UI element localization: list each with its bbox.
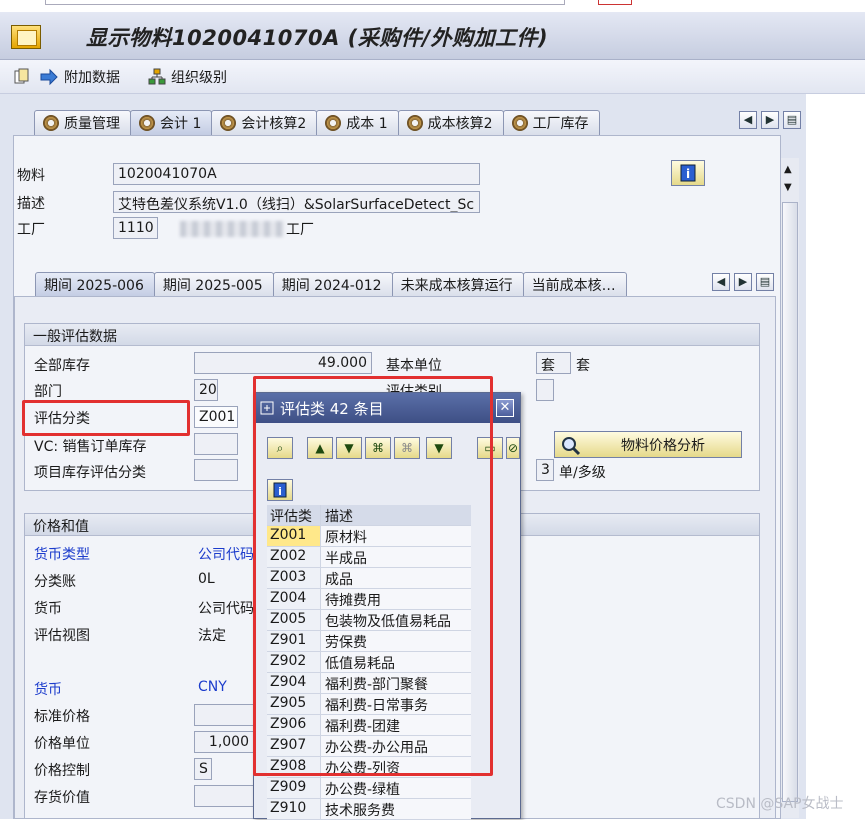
close-icon[interactable]: ✕ xyxy=(496,399,514,417)
blurred-plant-name xyxy=(180,221,284,237)
price-unit-label: 价格单位 xyxy=(34,736,90,752)
ml-indicator-field[interactable]: 3 xyxy=(536,459,554,481)
base-unit-field[interactable]: 套 xyxy=(536,352,571,374)
application-toolbar: 附加数据 组织级别 xyxy=(0,60,865,94)
standard-price-label: 标准价格 xyxy=(34,709,90,725)
watermark: CSDN @SAP女战士 xyxy=(716,796,844,812)
material-field[interactable]: 1020041070A xyxy=(113,163,480,185)
currency-value: 公司代码 xyxy=(198,601,254,617)
highlight-box-valuation-class xyxy=(22,400,190,436)
tab-list-icon[interactable]: ▤ xyxy=(783,111,801,129)
display-icon xyxy=(11,25,41,49)
more-icon[interactable]: ⊘ xyxy=(506,437,520,459)
tab-quality[interactable]: 质量管理 xyxy=(34,110,131,135)
currency-type-label: 货币类型 xyxy=(34,547,90,563)
period-list-icon[interactable]: ▤ xyxy=(756,273,774,291)
vc-sales-order-label: VC: 销售订单库存 xyxy=(34,439,147,455)
base-unit-label: 基本单位 xyxy=(386,358,442,374)
command-field[interactable] xyxy=(45,0,565,5)
tab-plant-stock[interactable]: 工厂库存 xyxy=(502,110,600,135)
tab-period-2024-012[interactable]: 期间 2024-012 xyxy=(272,272,393,297)
division-field[interactable]: 20 xyxy=(194,379,218,401)
ledger-value: 0L xyxy=(198,571,215,587)
period-scroll-left-icon[interactable]: ◀ xyxy=(712,273,730,291)
tab-current-costing[interactable]: 当前成本核… xyxy=(522,272,627,297)
page-title: 显示物料1020041070A (采购件/外购加工件) xyxy=(86,26,549,50)
title-bar: 显示物料1020041070A (采购件/外购加工件) xyxy=(0,12,865,60)
period-tabstrip: 期间 2025-006 期间 2025-005 期间 2024-012 未来成本… xyxy=(35,272,627,297)
tab-accounting-1[interactable]: 会计 1 xyxy=(130,110,213,135)
plant-name-suffix: 工厂 xyxy=(286,222,314,238)
gear-icon xyxy=(220,115,237,131)
project-stock-label: 项目库存评估分类 xyxy=(34,465,146,481)
plant-field[interactable]: 1110 xyxy=(113,217,158,239)
gear-icon xyxy=(139,115,155,131)
documents-icon xyxy=(14,68,29,84)
additional-data-button[interactable]: 附加数据 xyxy=(14,67,120,87)
gear-icon xyxy=(406,115,423,131)
svg-text:i: i xyxy=(686,167,690,181)
valuation-view-label: 评估视图 xyxy=(34,628,90,644)
tab-scroll-right-icon[interactable]: ▶ xyxy=(761,111,779,129)
gear-icon xyxy=(43,115,59,131)
inventory-value-field[interactable] xyxy=(194,785,254,807)
red-marker xyxy=(598,0,632,5)
main-tabstrip: 质量管理 会计 1 会计核算2 成本 1 成本核算2 工厂库存 xyxy=(34,110,600,135)
project-stock-field[interactable] xyxy=(194,459,238,481)
vertical-scrollbar[interactable]: ▲ ▼ xyxy=(781,158,799,818)
standard-price-field[interactable] xyxy=(194,704,254,726)
currency2-value: CNY xyxy=(198,679,227,695)
ledger-label: 分类账 xyxy=(34,574,76,590)
material-label: 物料 xyxy=(17,168,45,184)
price-control-field[interactable]: S xyxy=(194,758,212,780)
price-control-label: 价格控制 xyxy=(34,763,90,779)
hierarchy-icon xyxy=(148,68,166,85)
currency2-label: 货币 xyxy=(34,682,62,698)
plant-label: 工厂 xyxy=(17,222,45,238)
info-button[interactable]: i xyxy=(671,160,705,186)
tab-scroll-left-icon[interactable]: ◀ xyxy=(739,111,757,129)
scroll-down-icon[interactable]: ▼ xyxy=(784,182,792,193)
description-label: 描述 xyxy=(17,196,45,212)
currency-type-value: 公司代码 xyxy=(198,547,254,563)
highlight-box-popup-list xyxy=(253,376,493,776)
table-row[interactable]: Z909 办公费-绿植 xyxy=(267,778,471,799)
total-stock-field[interactable]: 49.000 xyxy=(194,352,372,374)
price-analysis-button[interactable]: 物料价格分析 xyxy=(554,431,742,458)
general-valuation-header: 一般评估数据 xyxy=(25,324,759,346)
org-levels-button[interactable]: 组织级别 xyxy=(148,67,227,87)
tab-future-costing[interactable]: 未来成本核算运行 xyxy=(391,272,524,297)
table-row[interactable]: Z910 技术服务费 xyxy=(267,799,471,820)
currency-label: 货币 xyxy=(34,601,62,617)
scroll-up-icon[interactable]: ▲ xyxy=(784,164,792,175)
division-label: 部门 xyxy=(34,384,62,400)
ml-indicator-text: 单/多级 xyxy=(559,465,606,481)
info-icon: i xyxy=(680,164,696,182)
description-field[interactable]: 艾特色差仪系统V1.0（线扫）&SolarSurfaceDetect_Sc xyxy=(113,191,480,213)
right-blank xyxy=(806,94,865,819)
arrow-right-icon xyxy=(40,68,58,86)
vc-sales-order-field[interactable] xyxy=(194,433,238,455)
base-unit-text: 套 xyxy=(576,358,590,374)
valuation-class-field[interactable]: Z001 xyxy=(194,406,238,428)
valuation-category-field[interactable] xyxy=(536,379,554,401)
gear-icon xyxy=(325,115,342,131)
tab-costing-1[interactable]: 成本 1 xyxy=(316,110,399,135)
period-scroll-right-icon[interactable]: ▶ xyxy=(734,273,752,291)
tab-accounting-2[interactable]: 会计核算2 xyxy=(211,110,318,135)
valuation-view-value: 法定 xyxy=(198,628,226,644)
inventory-value-label: 存货价值 xyxy=(34,790,90,806)
tab-period-2025-005[interactable]: 期间 2025-005 xyxy=(153,272,274,297)
total-stock-label: 全部库存 xyxy=(34,358,90,374)
price-unit-field[interactable]: 1,000 xyxy=(194,731,254,753)
scroll-thumb[interactable] xyxy=(782,202,798,802)
top-strip xyxy=(0,0,865,12)
magnifier-icon xyxy=(562,436,581,455)
tab-costing-2[interactable]: 成本核算2 xyxy=(397,110,504,135)
tab-period-2025-006[interactable]: 期间 2025-006 xyxy=(35,272,155,297)
gear-icon xyxy=(511,115,528,131)
